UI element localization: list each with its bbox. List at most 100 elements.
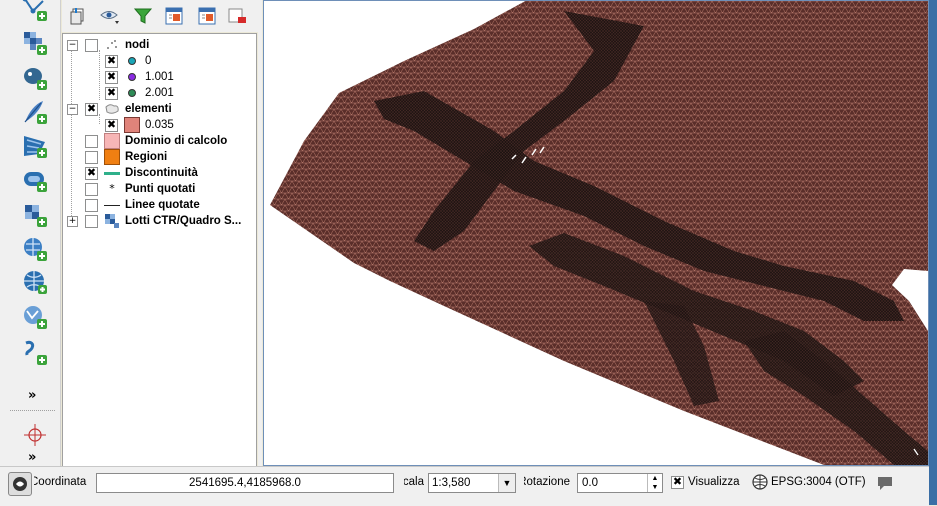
- legend-checkbox[interactable]: [105, 54, 118, 68]
- legend-label: 0.035: [145, 119, 174, 131]
- layer-checkbox[interactable]: [85, 102, 98, 116]
- toolbar-separator: [10, 410, 55, 411]
- status-bar: Coordinata 2541695.4,4185968.0 Scala 1:3…: [0, 466, 929, 506]
- legend-label: 2.001: [145, 87, 174, 99]
- add-wms-layer-button[interactable]: [20, 200, 50, 230]
- line-symbol-icon: [103, 197, 121, 213]
- remove-layer-button[interactable]: [225, 4, 249, 28]
- layer-row-lotti[interactable]: + Lotti CTR/Quadro S...: [63, 213, 253, 229]
- legend-item[interactable]: 0.035: [63, 117, 253, 133]
- line-symbol-icon: [103, 165, 121, 181]
- add-mssql-layer-icon: [24, 136, 47, 158]
- expand-toggle[interactable]: +: [67, 216, 78, 227]
- add-wfs-layer-icon: [24, 271, 47, 294]
- rotation-value: 0.0: [582, 477, 598, 489]
- layer-checkbox[interactable]: [85, 215, 98, 228]
- legend-item[interactable]: 1.001: [63, 69, 253, 85]
- crosshair-button[interactable]: [20, 420, 50, 450]
- crs-label[interactable]: EPSG:3004 (OTF): [771, 476, 866, 488]
- add-postgis-layer-button[interactable]: [20, 63, 50, 93]
- add-wcs-layer-icon: [24, 238, 47, 261]
- coordinate-label: Coordinata: [34, 476, 87, 488]
- point-layer-icon: [103, 37, 121, 53]
- legend-label: 1.001: [145, 71, 174, 83]
- layer-row-nodi[interactable]: − nodi: [63, 37, 253, 53]
- collapse-all-button[interactable]: [195, 4, 219, 28]
- legend-label: 0: [145, 55, 152, 67]
- layer-row-dominio[interactable]: Dominio di calcolo: [63, 133, 253, 149]
- layer-checkbox[interactable]: [85, 39, 98, 52]
- legend-item[interactable]: 2.001: [63, 85, 253, 101]
- point-symbol-icon: [123, 85, 141, 101]
- panel-splitter[interactable]: [258, 0, 262, 466]
- point-symbol-icon: *: [109, 182, 115, 195]
- data-source-toolbar: » »: [0, 0, 61, 466]
- render-label: Visualizza: [688, 476, 740, 488]
- rotation-spinbox[interactable]: 0.0 ▲ ▼: [577, 473, 663, 493]
- legend-checkbox[interactable]: [105, 118, 118, 132]
- add-wfs-layer-button[interactable]: [20, 267, 50, 297]
- layers-tree: − nodi 0 1.001 2.001 − elementi 0.035: [62, 33, 257, 467]
- legend-item[interactable]: 0: [63, 53, 253, 69]
- layers-panel-toolbar: [62, 0, 258, 32]
- layer-row-elementi[interactable]: − elementi: [63, 101, 253, 117]
- layer-checkbox[interactable]: [85, 166, 98, 180]
- crs-button[interactable]: [752, 474, 768, 493]
- rotation-label: Rotazione: [524, 476, 570, 488]
- render-checkbox[interactable]: [671, 475, 684, 489]
- message-log-button[interactable]: [8, 472, 32, 496]
- add-group-button[interactable]: [66, 4, 90, 28]
- legend-checkbox[interactable]: [105, 70, 118, 84]
- collapse-toggle[interactable]: −: [67, 104, 78, 115]
- layer-row-punti[interactable]: * Punti quotati: [63, 181, 253, 197]
- add-vector-layer-icon: [22, 0, 47, 21]
- toolbar-overflow-button[interactable]: »: [28, 388, 36, 403]
- add-delimited-text-layer-button[interactable]: [20, 338, 50, 368]
- layer-checkbox[interactable]: [85, 199, 98, 212]
- toolbar-overflow-button-2[interactable]: »: [28, 450, 36, 465]
- remove-layer-icon: [228, 8, 246, 23]
- layer-row-regioni[interactable]: Regioni: [63, 149, 253, 165]
- scale-label: Scala: [404, 476, 424, 488]
- collapse-all-icon: [198, 7, 216, 25]
- fill-symbol-icon: [103, 149, 121, 165]
- window-frame: [929, 0, 937, 505]
- add-oracle-layer-button[interactable]: [20, 165, 50, 195]
- add-mssql-layer-button[interactable]: [20, 131, 50, 161]
- add-new-layer-button[interactable]: [20, 302, 50, 332]
- manage-visibility-button[interactable]: [98, 4, 122, 28]
- layer-row-discontinuita[interactable]: Discontinuità: [63, 165, 253, 181]
- collapse-toggle[interactable]: −: [67, 40, 78, 51]
- spin-down-icon[interactable]: ▼: [647, 483, 662, 492]
- layer-name: nodi: [125, 39, 150, 51]
- layer-checkbox[interactable]: [85, 183, 98, 196]
- speech-bubble-icon: [878, 477, 892, 490]
- expand-all-button[interactable]: [162, 4, 186, 28]
- legend-checkbox[interactable]: [105, 86, 118, 100]
- layer-checkbox[interactable]: [85, 135, 98, 148]
- scale-combobox[interactable]: 1:3,580 ▼: [428, 473, 516, 493]
- layer-name: Regioni: [125, 151, 168, 163]
- map-canvas[interactable]: [263, 0, 929, 466]
- layer-name: Linee quotate: [125, 199, 200, 211]
- coordinate-field[interactable]: 2541695.4,4185968.0: [96, 473, 394, 493]
- layer-checkbox[interactable]: [85, 151, 98, 164]
- add-vector-layer-button[interactable]: [20, 0, 50, 24]
- point-symbol-icon: [123, 53, 141, 69]
- layer-row-linee[interactable]: Linee quotate: [63, 197, 253, 213]
- add-spatialite-layer-button[interactable]: [20, 97, 50, 127]
- add-delimited-text-layer-icon: [25, 340, 47, 365]
- dropdown-arrow-icon[interactable]: ▼: [498, 474, 515, 492]
- mesh-map: [270, 0, 928, 465]
- add-spatialite-layer-icon: [24, 101, 47, 124]
- spin-up-icon[interactable]: ▲: [647, 474, 662, 483]
- fill-symbol-icon: [103, 133, 121, 149]
- add-oracle-layer-icon: [24, 172, 47, 192]
- filter-legend-icon: [133, 8, 153, 24]
- add-wms-layer-icon: [25, 205, 47, 227]
- messages-button[interactable]: [876, 475, 894, 494]
- add-raster-layer-button[interactable]: [20, 28, 50, 58]
- filter-legend-button[interactable]: [131, 4, 155, 28]
- add-wcs-layer-button[interactable]: [20, 234, 50, 264]
- add-raster-layer-icon: [24, 32, 47, 55]
